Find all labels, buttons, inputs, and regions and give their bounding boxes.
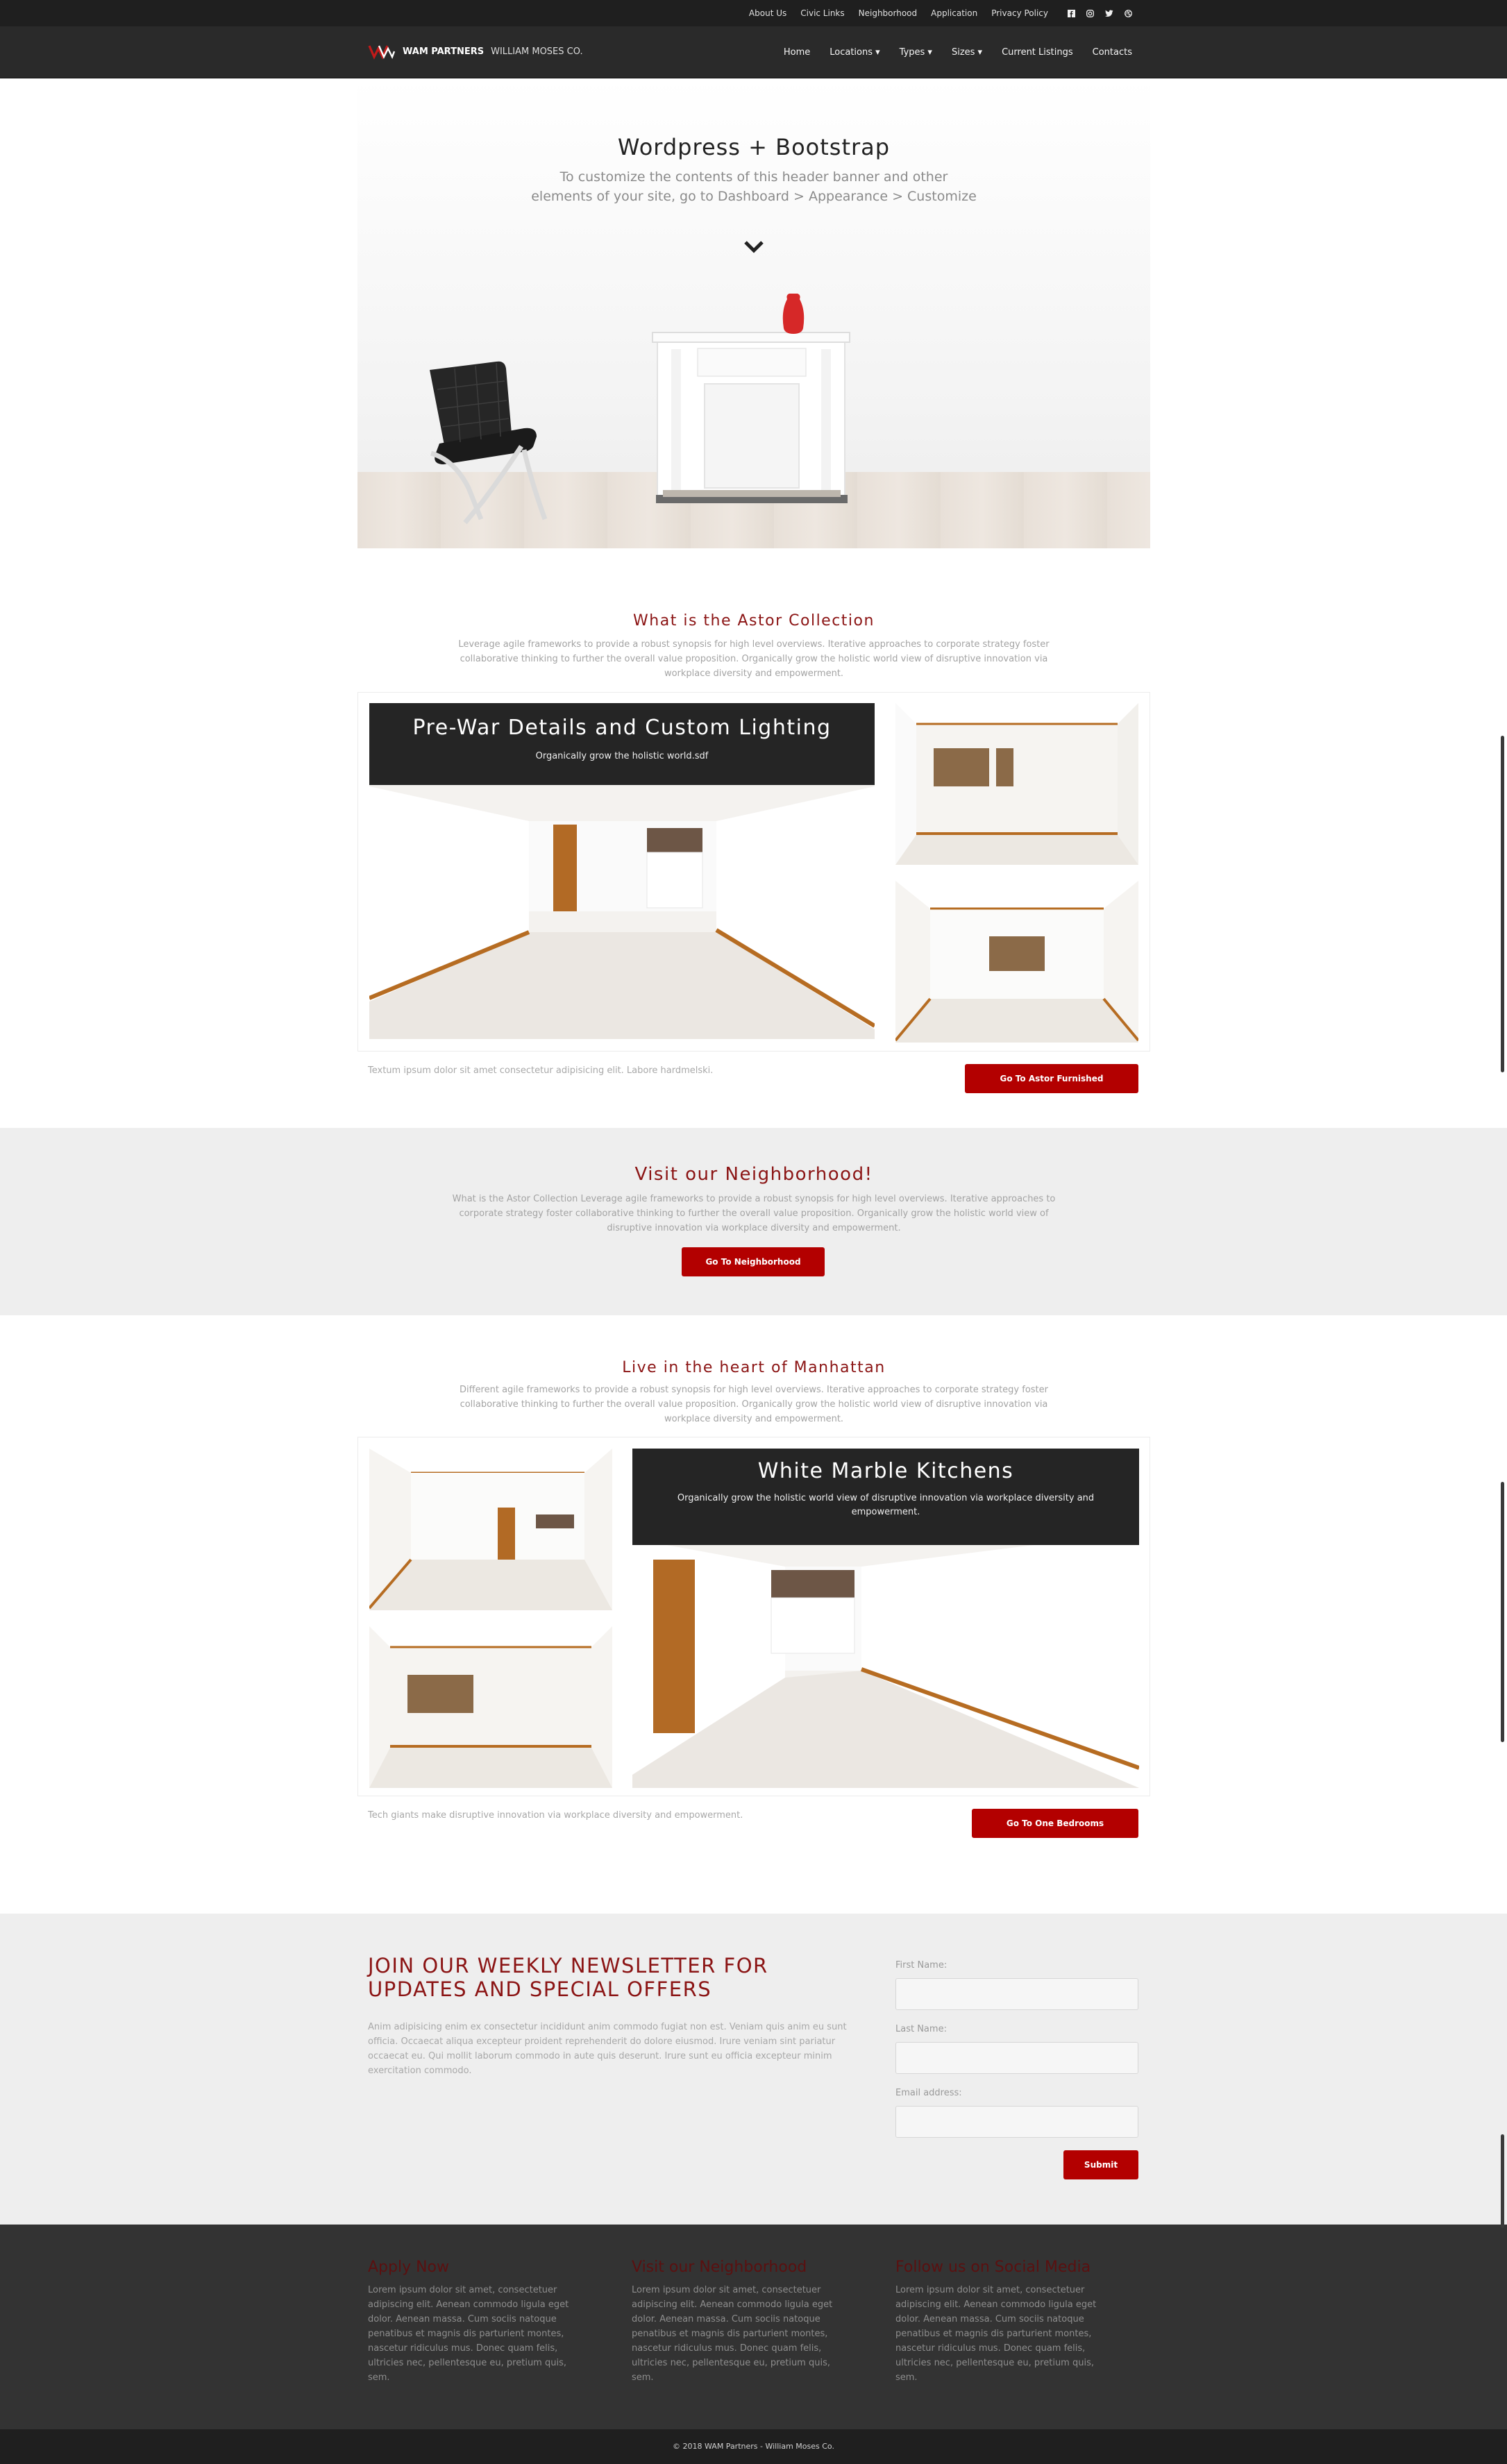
brand[interactable]: WAM PARTNERS WILLIAM MOSES CO. [368,43,583,60]
utility-link-application[interactable]: Application [931,8,977,18]
last-name-field[interactable] [895,2042,1138,2074]
nav-menu: Home Locations ▾ Types ▾ Sizes ▾ Current… [784,26,1132,78]
nav-item-locations[interactable]: Locations ▾ [830,47,879,58]
first-name-field[interactable] [895,1978,1138,2010]
email-field[interactable] [895,2106,1138,2138]
utility-link-civic[interactable]: Civic Links [800,8,844,18]
page: About Us Civic Links Neighborhood Applic… [0,0,1507,2464]
manhattan-gallery: White Marble Kitchens Organically grow t… [357,1437,1150,1796]
manhattan-caption-text: Organically grow the holistic world view… [677,1493,1095,1517]
hero-banner: Wordpress + Bootstrap To customize the c… [357,78,1150,548]
nav-item-contacts[interactable]: Contacts [1093,47,1132,58]
utility-link-about[interactable]: About Us [749,8,786,18]
social-links [1068,9,1132,17]
scrollbar-thumb[interactable] [1501,2134,1504,2228]
go-to-neighborhood-button[interactable]: Go To Neighborhood [682,1247,825,1276]
footer-column-title[interactable]: Apply Now [368,2259,590,2276]
manhattan-side-photo-1[interactable] [369,1449,612,1610]
utility-link-neighborhood[interactable]: Neighborhood [859,8,918,18]
utility-links: About Us Civic Links Neighborhood Applic… [749,0,1132,26]
submit-button[interactable]: Submit [1063,2150,1138,2179]
neighborhood-description: What is the Astor Collection Leverage ag… [452,1194,1056,1233]
nav-item-current-listings[interactable]: Current Listings [1002,47,1073,58]
manhattan-caption-box: White Marble Kitchens Organically grow t… [632,1449,1139,1545]
wam-logo [368,45,396,60]
scrollbar-thumb[interactable] [1501,1482,1504,1742]
instagram-icon[interactable] [1086,9,1094,17]
newsletter-title: JOIN OUR WEEKLY NEWSLETTER FOR UPDATES A… [368,1954,768,2001]
astor-caption-title: Pre-War Details and Custom Lighting [412,716,832,740]
top-utility-bar: About Us Civic Links Neighborhood Applic… [0,0,1507,26]
scrollbar-thumb[interactable] [1501,736,1504,1072]
astor-description: Leverage agile frameworks to provide a r… [458,639,1050,679]
footer-column-apply: Apply Now Lorem ipsum dolor sit amet, co… [368,2259,590,2385]
first-name-label: First Name: [895,1960,948,1971]
manhattan-title: Live in the heart of Manhattan [622,1359,886,1376]
brand-name: WAM PARTNERS [403,46,485,57]
twitter-icon[interactable] [1105,10,1113,17]
last-name-label: Last Name: [895,2024,947,2034]
astor-caption-box: Pre-War Details and Custom Lighting Orga… [369,703,875,785]
nav-item-home[interactable]: Home [784,47,810,58]
email-label: Email address: [895,2088,962,2098]
footer-column-neighborhood: Visit our Neighborhood Lorem ipsum dolor… [632,2259,854,2385]
manhattan-note: Tech giants make disruptive innovation v… [368,1810,743,1821]
astor-caption-text: Organically grow the holistic world.sdf [535,751,709,761]
astor-side-photo-1[interactable] [895,703,1138,865]
manhattan-description: Different agile frameworks to provide a … [459,1385,1048,1424]
footer-column-title[interactable]: Visit our Neighborhood [632,2259,854,2276]
manhattan-side-photo-2[interactable] [369,1626,612,1788]
footer-column-title[interactable]: Follow us on Social Media [895,2259,1118,2276]
astor-title: What is the Astor Collection [633,612,875,630]
nav-item-types[interactable]: Types ▾ [900,47,932,58]
footer-column-social: Follow us on Social Media Lorem ipsum do… [895,2259,1118,2385]
brand-subtitle: WILLIAM MOSES CO. [491,46,583,57]
footer-column-text: Lorem ipsum dolor sit amet, consectetuer… [368,2285,569,2383]
footer-column-text: Lorem ipsum dolor sit amet, consectetuer… [632,2285,833,2383]
hero-title: Wordpress + Bootstrap [617,134,891,160]
manhattan-caption-title: White Marble Kitchens [757,1459,1014,1483]
newsletter-text: Anim adipisicing enim ex consectetur inc… [368,2022,847,2076]
hero-room-illustration [430,294,850,525]
chevron-down-icon[interactable] [743,239,764,255]
copyright: © 2018 WAM Partners - William Moses Co. [0,2429,1507,2464]
footer-column-text: Lorem ipsum dolor sit amet, consectetuer… [895,2285,1097,2383]
go-to-one-bedrooms-button[interactable]: Go To One Bedrooms [972,1809,1138,1838]
facebook-icon[interactable] [1068,9,1075,17]
dribbble-icon[interactable] [1125,9,1132,17]
astor-note: Textum ipsum dolor sit amet consectetur … [368,1065,714,1076]
utility-link-privacy[interactable]: Privacy Policy [991,8,1048,18]
hero-subtitle: To customize the contents of this header… [531,169,977,204]
astor-side-photo-2[interactable] [895,881,1138,1043]
astor-gallery: Pre-War Details and Custom Lighting Orga… [357,692,1150,1052]
nav-item-sizes[interactable]: Sizes ▾ [952,47,982,58]
main-navbar: WAM PARTNERS WILLIAM MOSES CO. Home Loca… [0,26,1507,78]
neighborhood-title: Visit our Neighborhood! [634,1164,873,1185]
go-to-astor-furnished-button[interactable]: Go To Astor Furnished [965,1064,1138,1093]
